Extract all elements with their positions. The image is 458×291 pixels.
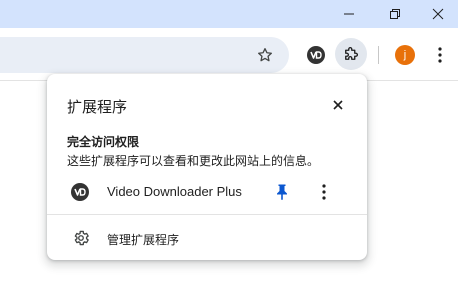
extension-more-button[interactable] (313, 181, 335, 203)
restore-icon (390, 9, 400, 19)
puzzle-icon (345, 47, 358, 60)
address-bar[interactable] (0, 37, 289, 73)
manage-extensions-button[interactable]: 管理扩展程序 (47, 222, 367, 254)
avatar: j (395, 45, 415, 65)
gear-icon (74, 230, 89, 246)
popup-close-button[interactable] (327, 94, 349, 116)
minimize-button[interactable] (326, 0, 372, 28)
manage-extensions-label: 管理扩展程序 (107, 233, 180, 247)
browser-menu-button[interactable] (426, 40, 454, 70)
profile-button[interactable]: j (390, 40, 420, 70)
restore-button[interactable] (372, 0, 418, 28)
popup-title: 扩展程序 (67, 99, 128, 116)
bookmark-button[interactable] (250, 40, 280, 70)
extensions-popup: 扩展程序 完全访问权限 这些扩展程序可以查看和更改此网站上的信息。 Video … (47, 74, 367, 260)
window-titlebar (0, 0, 458, 28)
more-vertical-icon (322, 184, 326, 200)
toolbar-separator (378, 46, 379, 64)
pin-icon (277, 184, 287, 200)
video-downloader-toolbar-button[interactable] (301, 40, 331, 70)
extension-name: Video Downloader Plus (107, 184, 242, 199)
pin-extension-button[interactable] (271, 181, 293, 203)
full-access-description: 这些扩展程序可以查看和更改此网站上的信息。 (67, 154, 320, 168)
full-access-heading: 完全访问权限 (67, 135, 140, 149)
extensions-button[interactable] (335, 38, 367, 70)
close-icon (432, 8, 444, 20)
minimize-icon (344, 13, 354, 15)
popup-divider (47, 214, 367, 215)
video-downloader-icon (307, 46, 325, 64)
video-downloader-icon (71, 183, 89, 201)
more-vertical-icon (438, 47, 442, 63)
close-window-button[interactable] (418, 0, 458, 28)
star-icon (258, 48, 272, 62)
extension-row[interactable]: Video Downloader Plus (47, 174, 367, 210)
close-icon (333, 100, 343, 110)
